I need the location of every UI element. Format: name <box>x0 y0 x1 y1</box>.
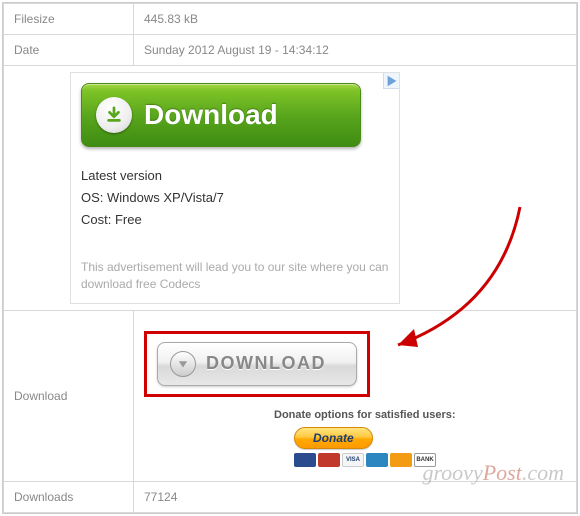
advertisement-box: Download Latest version OS: Windows XP/V… <box>70 72 400 304</box>
adchoices-icon[interactable] <box>383 73 399 89</box>
download-label: Download <box>4 310 134 481</box>
amex-card-icon <box>366 453 388 467</box>
payment-cards: VISA BANK <box>294 453 566 467</box>
filesize-value: 445.83 kB <box>134 4 577 35</box>
real-download-button[interactable]: DOWNLOAD <box>157 342 357 386</box>
real-download-text: DOWNLOAD <box>206 353 326 374</box>
highlight-annotation: DOWNLOAD <box>144 331 370 397</box>
ad-disclaimer: This advertisement will lead you to our … <box>81 259 389 293</box>
donate-heading: Donate options for satisfied users: <box>274 409 566 421</box>
maestro-card-icon <box>294 453 316 467</box>
ad-download-text: Download <box>144 99 278 131</box>
bank-card-icon: BANK <box>414 453 436 467</box>
mastercard-icon <box>318 453 340 467</box>
visa-card-icon: VISA <box>342 453 364 467</box>
ad-line-os: OS: Windows XP/Vista/7 <box>81 187 389 209</box>
ad-line-cost: Cost: Free <box>81 209 389 231</box>
filesize-label: Filesize <box>4 4 134 35</box>
ad-download-button[interactable]: Download <box>81 83 361 147</box>
info-table: Filesize 445.83 kB Date Sunday 2012 Augu… <box>3 3 577 513</box>
date-label: Date <box>4 35 134 66</box>
download-arrow-icon <box>96 97 132 133</box>
discover-card-icon <box>390 453 412 467</box>
download-arrow-icon <box>170 351 196 377</box>
ad-line-version: Latest version <box>81 165 389 187</box>
donate-button[interactable]: Donate <box>294 427 373 449</box>
date-value: Sunday 2012 August 19 - 14:34:12 <box>134 35 577 66</box>
